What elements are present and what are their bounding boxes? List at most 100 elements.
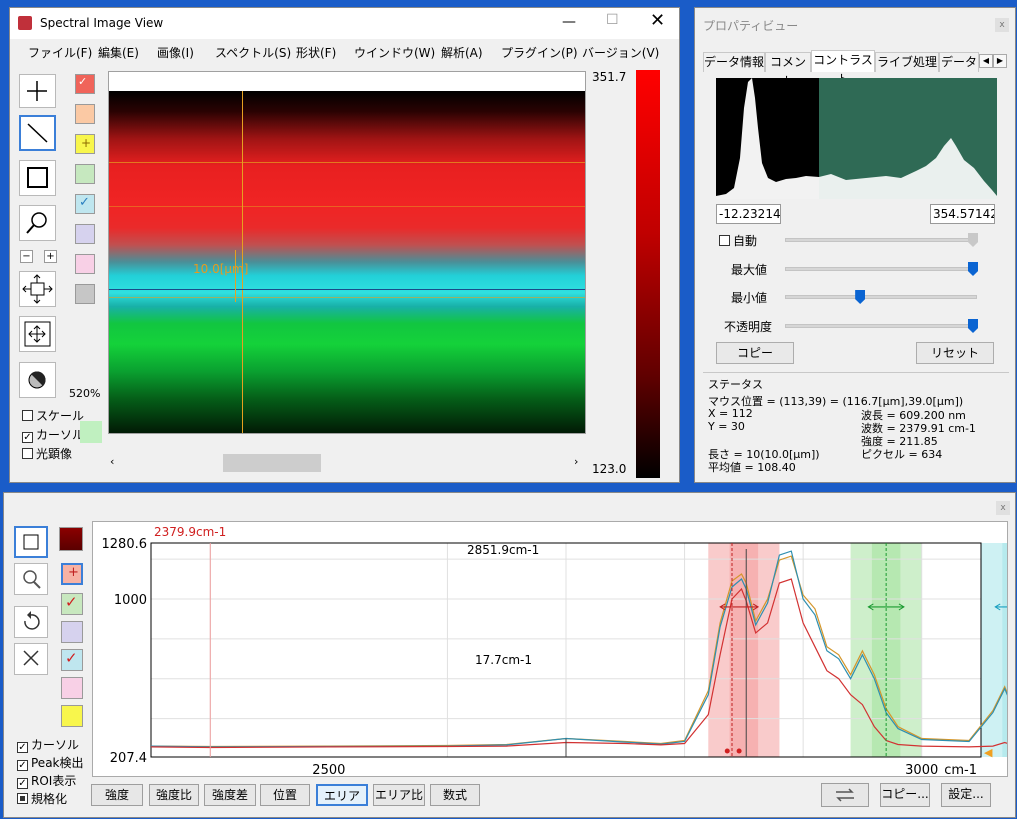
spec-swatch-lavender[interactable] (61, 621, 83, 643)
move-tool-button[interactable] (19, 271, 56, 307)
spec-check-cursor-box[interactable]: ✓ (17, 742, 28, 753)
copy-button[interactable]: コピー (716, 342, 794, 364)
menu-version[interactable]: バージョン(V) (582, 44, 659, 61)
cross-tool-icon (27, 81, 47, 101)
measure-button-4[interactable]: エリア (316, 784, 368, 806)
tab-data-process[interactable]: データ処 (939, 52, 979, 72)
close-icon[interactable]: ✕ (650, 10, 665, 31)
menu-plugin[interactable]: プラグイン(P) (501, 44, 578, 61)
auto-slider[interactable] (785, 233, 978, 247)
swatch-light-blue[interactable]: ✓ (75, 194, 95, 214)
cross-tool-button[interactable] (19, 74, 56, 108)
spectrum-rect-tool[interactable] (14, 526, 48, 558)
spectrum-settings-button[interactable]: 設定... (941, 783, 991, 807)
spec-check-normalize[interactable]: 規格化 (17, 790, 67, 807)
spec-check-peak[interactable]: ✓ Peak検出 (17, 754, 84, 771)
check-optical[interactable]: 光顕像 (22, 445, 72, 462)
menu-window[interactable]: ウインドウ(W) (354, 44, 435, 61)
tab-data-info[interactable]: データ情報 (703, 52, 765, 72)
measure-button-5[interactable]: エリア比 (373, 784, 425, 806)
spectrum-copy-button[interactable]: コピー... (880, 783, 930, 807)
swatch-lavender[interactable] (75, 224, 95, 244)
opacity-slider-thumb[interactable] (968, 319, 978, 333)
spectrum-reset-tool[interactable] (14, 606, 48, 638)
spec-swatch-pink[interactable] (61, 677, 83, 699)
max-slider[interactable] (785, 262, 978, 276)
tab-scroll-right-icon[interactable]: ▶ (993, 54, 1007, 68)
maximize-icon[interactable]: ☐ (606, 12, 619, 28)
swatch-peach[interactable] (75, 104, 95, 124)
auto-check-box[interactable] (719, 235, 730, 246)
menu-image[interactable]: 画像(I) (157, 44, 194, 61)
spectrum-clear-tool[interactable] (14, 643, 48, 675)
check-cursor[interactable]: ✓ カーソル (22, 426, 84, 443)
check-cursor-box[interactable]: ✓ (22, 432, 33, 443)
menu-edit[interactable]: 編集(E) (98, 44, 139, 61)
spec-check-peak-box[interactable]: ✓ (17, 760, 28, 771)
spec-swatch-darkred[interactable] (59, 527, 83, 551)
scroll-right-icon[interactable]: › (574, 455, 578, 468)
min-slider[interactable] (785, 290, 977, 304)
image-view[interactable]: 10.0[μm] (108, 71, 586, 434)
max-slider-thumb[interactable] (968, 262, 978, 276)
measure-button-3[interactable]: 位置 (260, 784, 310, 806)
spec-swatch-green[interactable]: ✓ (61, 593, 83, 615)
auto-check[interactable]: 自動 (719, 232, 757, 249)
x-tick-label-0: 2500 (312, 763, 345, 776)
min-value-input[interactable]: -12.23214 (716, 204, 781, 224)
menu-analysis[interactable]: 解析(A) (441, 44, 483, 61)
line-tool-button[interactable] (19, 115, 56, 151)
spec-check-normalize-box[interactable] (17, 793, 28, 804)
scroll-thumb[interactable] (223, 454, 321, 472)
spectrum-zoom-tool[interactable] (14, 563, 48, 595)
zoom-level: 520% (69, 387, 101, 400)
tab-contrast[interactable]: コントラスト (811, 50, 875, 86)
swap-button[interactable] (821, 783, 869, 807)
spec-check-cursor[interactable]: ✓ カーソル (17, 736, 79, 753)
auto-slider-thumb[interactable] (968, 233, 978, 247)
min-slider-thumb[interactable] (855, 290, 866, 304)
measure-button-1[interactable]: 強度比 (149, 784, 199, 806)
max-value-input[interactable]: 354.57142 (930, 204, 995, 224)
contrast-tool-button[interactable] (19, 362, 56, 398)
check-scale-box[interactable] (22, 410, 33, 421)
measure-button-6[interactable]: 数式 (430, 784, 480, 806)
spectral-image[interactable] (109, 91, 585, 433)
check-optical-box[interactable] (22, 448, 33, 459)
spectrum-chart[interactable]: 207.4 1000 1280.6 2500 3000 cm-1 2379.9cm-1 2… (92, 521, 1017, 778)
minimize-icon[interactable]: — (562, 14, 576, 30)
menu-shape[interactable]: 形状(F) (296, 44, 336, 61)
spectrum-close-icon[interactable]: x (996, 501, 1010, 515)
spec-swatch-peach[interactable]: + (61, 563, 83, 585)
spec-check-roi-box[interactable]: ✓ (17, 778, 28, 789)
zoom-out-button[interactable]: − (20, 250, 33, 263)
scroll-left-icon[interactable]: ‹ (110, 455, 114, 468)
rect-tool-button[interactable] (19, 160, 56, 196)
swatch-pink[interactable] (75, 254, 95, 274)
swatch-gray[interactable] (75, 284, 95, 304)
opacity-slider-label: 不透明度 (724, 320, 773, 334)
reset-button[interactable]: リセット (916, 342, 994, 364)
spectrum-plot[interactable]: 207.4 1000 1280.6 2500 3000 cm-1 (93, 522, 1017, 778)
spec-swatch-blue[interactable]: ✓ (61, 649, 83, 671)
menu-spectrum[interactable]: スペクトル(S) (215, 44, 291, 61)
spec-check-roi[interactable]: ✓ ROI表示 (17, 772, 76, 789)
zoom-tool-button[interactable] (19, 205, 56, 241)
menu-file[interactable]: ファイル(F) (28, 44, 92, 61)
property-close-icon[interactable]: x (995, 18, 1009, 32)
check-scale[interactable]: スケール (22, 407, 84, 424)
fit-tool-button[interactable] (19, 316, 56, 352)
tab-live[interactable]: ライブ処理 (875, 52, 939, 72)
tab-comment[interactable]: コメント (765, 52, 811, 88)
swatch-red[interactable]: ✓ (75, 74, 95, 94)
spec-swatch-yellow[interactable] (61, 705, 83, 727)
swatch-yellow[interactable]: + (75, 134, 95, 154)
swatch-light-green[interactable] (75, 164, 95, 184)
zoom-in-button[interactable]: + (44, 250, 57, 263)
histogram[interactable] (716, 78, 997, 199)
tab-scroll-left-icon[interactable]: ◀ (979, 54, 993, 68)
cursor-color-swatch[interactable] (80, 421, 102, 443)
opacity-slider[interactable] (785, 319, 978, 333)
measure-button-2[interactable]: 強度差 (204, 784, 256, 806)
measure-button-0[interactable]: 強度 (91, 784, 143, 806)
